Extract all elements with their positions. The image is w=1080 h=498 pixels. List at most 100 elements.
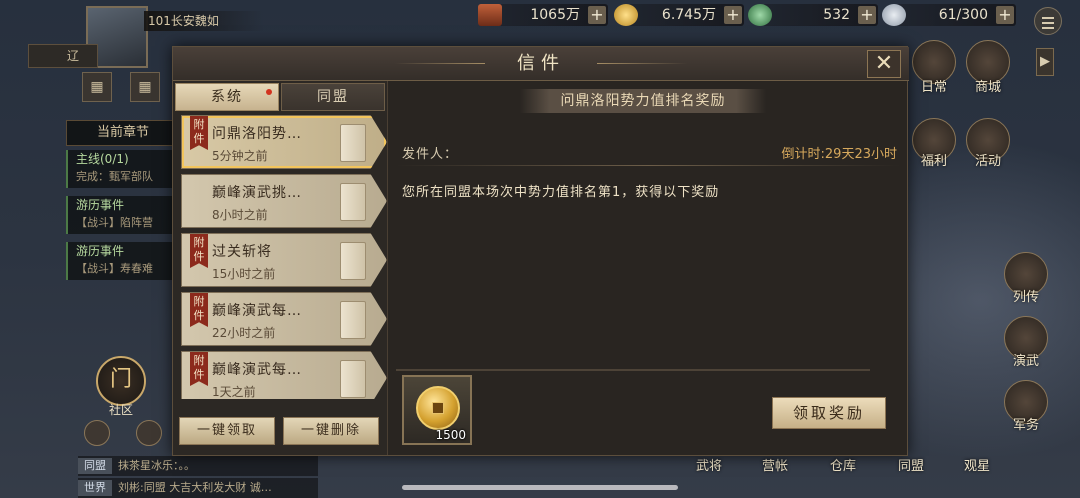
player-name: 101长安魏如: [144, 11, 264, 31]
arena-label: 演武: [1012, 354, 1039, 369]
bottom-nav-alliance[interactable]: 同盟: [898, 455, 924, 474]
scroll-icon: [340, 242, 366, 280]
mail-subject: 巅峰演武挑…: [212, 185, 302, 201]
mail-sender: 发件人：: [402, 147, 459, 162]
quest-title: 游历事件: [76, 198, 125, 212]
scroll-icon: [340, 301, 366, 339]
quest-sub: 完成：甄军部队: [76, 170, 153, 183]
attachment-badge: 附件: [190, 293, 208, 327]
jade-resource: 532 +: [748, 4, 878, 26]
mail-time: 1天之前: [212, 385, 256, 399]
attachment-badge: 附件: [190, 234, 208, 268]
divider: [396, 369, 870, 371]
quest-item[interactable]: 游历事件 【战斗】陷阵营: [66, 196, 184, 234]
bottom-nav-warehouse[interactable]: 仓库: [830, 455, 856, 474]
quest-item[interactable]: 主线(0/1) 完成：甄军部队: [66, 150, 184, 188]
jade-add-button[interactable]: +: [858, 6, 876, 24]
quest-sub: 【战斗】陷阵营: [76, 216, 153, 229]
shop-label: 商城: [974, 80, 1001, 95]
mail-item[interactable]: 附件 巅峰演武每… 1天之前: [181, 351, 387, 399]
dialog-title: 信件: [517, 53, 565, 74]
scroll-icon: [340, 360, 366, 398]
mail-time: 8小时之前: [212, 208, 268, 222]
mail-subject: 问鼎洛阳势…: [212, 126, 302, 142]
bottom-nav-stargaze[interactable]: 观星: [964, 455, 990, 474]
daily-label: 日常: [920, 80, 947, 95]
mail-subject: 巅峰演武每…: [212, 362, 302, 378]
mail-body: 您所在同盟本场次中势力值排名第1，获得以下奖励: [402, 185, 720, 200]
bottom-nav-generals[interactable]: 武将: [696, 455, 722, 474]
chat-channel: 世界: [78, 480, 112, 496]
mail-time: 15小时之前: [212, 267, 276, 281]
mail-item[interactable]: 附件 巅峰演武每… 22小时之前: [181, 292, 387, 346]
chat-text: 刘彬:同盟 大吉大利发大财 诚…: [118, 481, 272, 494]
chat-channel: 同盟: [78, 458, 112, 474]
copper-coin-icon: [416, 386, 460, 430]
stamina-value: 61/300: [938, 7, 988, 23]
quest-title: 游历事件: [76, 244, 125, 258]
mail-subject: 过关斩将: [212, 244, 272, 260]
stamina-resource: 61/300 +: [882, 4, 1016, 26]
gold-add-button[interactable]: +: [724, 6, 742, 24]
mail-item[interactable]: 附件 问鼎洛阳势… 5分钟之前: [181, 115, 387, 169]
community-button[interactable]: 门: [96, 356, 146, 406]
mail-item[interactable]: 巅峰演武挑… 8小时之前: [181, 174, 387, 228]
collapse-arrow-icon[interactable]: ▶: [1036, 48, 1054, 76]
attachment-badge: 附件: [190, 352, 208, 386]
ingot-value: 1065万: [530, 7, 580, 23]
quest-sub: 【战斗】寿春难: [76, 262, 153, 275]
mail-countdown: 倒计时:29天23小时: [781, 147, 897, 162]
welfare-label: 福利: [920, 154, 947, 169]
jade-value: 532: [823, 7, 850, 23]
chat-text: 抹茶星冰乐：。。: [118, 459, 195, 472]
mail-detail: 问鼎洛阳势力值排名奖励 发件人： 倒计时:29天23小时 您所在同盟本场次中势力…: [387, 81, 907, 455]
biography-label: 列传: [1012, 290, 1039, 305]
quest-title: 主线(0/1): [76, 152, 129, 166]
gold-value: 6.745万: [661, 7, 716, 23]
ingot-resource: 1065万 +: [478, 4, 608, 26]
scroll-icon: [340, 124, 366, 162]
scroll-icon: [340, 183, 366, 221]
event-label: 活动: [974, 154, 1001, 169]
community-label: 社区: [108, 403, 133, 417]
home-indicator[interactable]: [402, 485, 678, 490]
bottom-nav-camp[interactable]: 营帐: [762, 455, 788, 474]
flag-tab[interactable]: 辽: [28, 44, 98, 68]
jade-icon: [748, 4, 772, 26]
notification-dot: [266, 89, 272, 95]
friend-icon[interactable]: [136, 420, 162, 446]
mail-subject: 巅峰演武每…: [212, 303, 302, 319]
mail-dialog: 信件 ✕ 系统 同盟 附件 问鼎洛阳势… 5分钟之前 巅峰演武挑… 8小时之前 …: [172, 46, 909, 456]
claim-reward-button[interactable]: 领取奖励: [772, 397, 886, 429]
mail-icon[interactable]: [84, 420, 110, 446]
mail-time: 22小时之前: [212, 326, 276, 340]
gold-resource: 6.745万 +: [614, 4, 744, 26]
military-label: 军务: [1012, 418, 1039, 433]
stamina-add-button[interactable]: +: [996, 6, 1014, 24]
mail-time: 5分钟之前: [212, 149, 268, 163]
chat-line[interactable]: 同盟 抹茶星冰乐：。。: [78, 456, 318, 476]
ingot-add-button[interactable]: +: [588, 6, 606, 24]
dialog-header: 信件 ✕: [173, 47, 909, 81]
ingot-icon: [478, 4, 502, 26]
hud-button-1[interactable]: ▦: [82, 72, 112, 102]
menu-icon[interactable]: [1034, 7, 1062, 35]
attachment-badge: 附件: [190, 116, 208, 150]
hud-button-2[interactable]: ▦: [130, 72, 160, 102]
tab-system[interactable]: 系统: [175, 83, 279, 111]
chapter-title[interactable]: 当前章节: [66, 120, 184, 146]
claim-all-button[interactable]: 一键领取: [179, 417, 275, 445]
tab-alliance[interactable]: 同盟: [281, 83, 385, 111]
close-icon[interactable]: ✕: [867, 50, 901, 78]
quest-item[interactable]: 游历事件 【战斗】寿春难: [66, 242, 184, 280]
cloud-icon: [882, 4, 906, 26]
chat-line[interactable]: 世界 刘彬:同盟 大吉大利发大财 诚…: [78, 478, 318, 498]
mail-detail-subject: 问鼎洛阳势力值排名奖励: [520, 89, 766, 113]
mail-item[interactable]: 附件 过关斩将 15小时之前: [181, 233, 387, 287]
flag-label: 辽: [67, 49, 80, 63]
community-icon: 门: [109, 367, 132, 392]
reward-item[interactable]: 1500: [402, 375, 472, 445]
delete-all-button[interactable]: 一键删除: [283, 417, 379, 445]
divider: [396, 165, 900, 166]
mail-list[interactable]: 附件 问鼎洛阳势… 5分钟之前 巅峰演武挑… 8小时之前 附件 过关斩将 15小…: [181, 115, 391, 399]
